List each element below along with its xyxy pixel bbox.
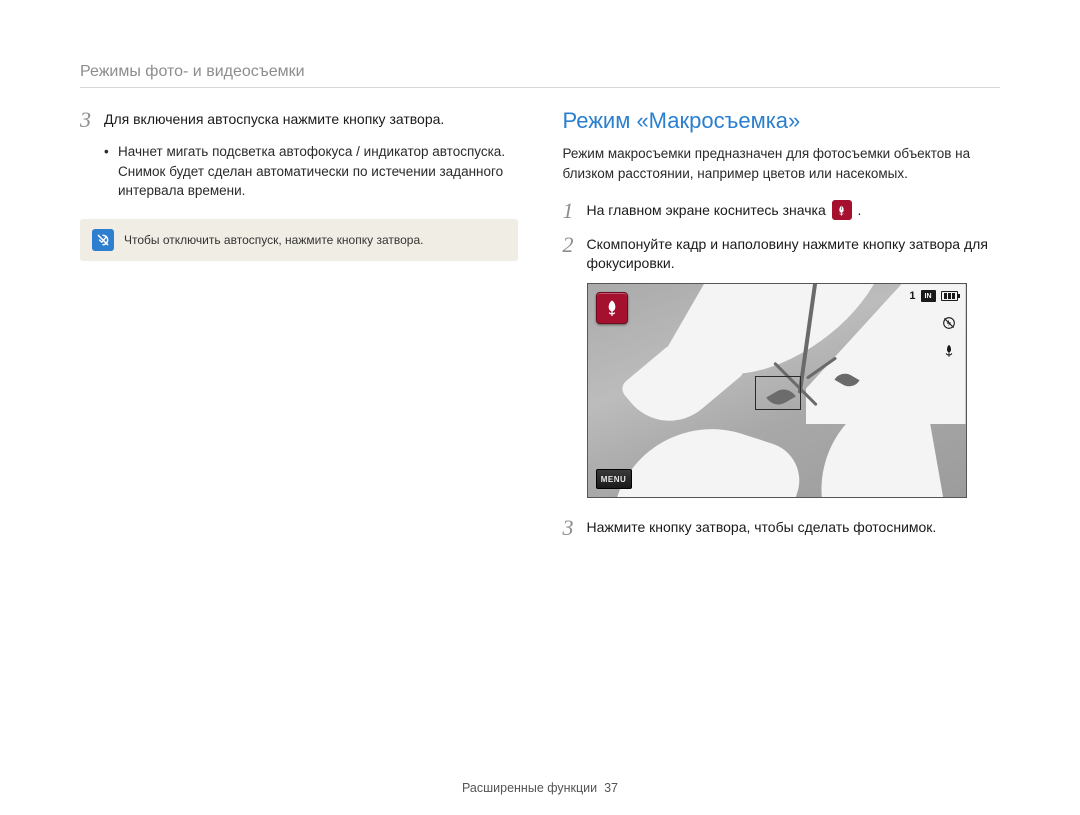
note-info-icon bbox=[92, 229, 114, 251]
right-step-2: 2 Скомпонуйте кадр и наполовину нажмите … bbox=[563, 233, 1001, 273]
left-column: 3 Для включения автоспуска нажмите кнопк… bbox=[80, 108, 518, 550]
step-number: 2 bbox=[563, 233, 587, 257]
battery-icon bbox=[941, 291, 958, 301]
camera-preview: MENU 1 IN bbox=[587, 283, 967, 498]
page-header: Режимы фото- и видеосъемки bbox=[80, 63, 1000, 88]
section-title: Режим «Макросъемка» bbox=[563, 108, 1001, 134]
bullet-item: Начнет мигать подсветка автофокуса / инд… bbox=[104, 142, 518, 201]
step-text: Для включения автоспуска нажмите кнопку … bbox=[104, 108, 444, 129]
flash-off-icon bbox=[940, 314, 958, 332]
step-number: 1 bbox=[563, 199, 587, 223]
note-box: Чтобы отключить автоспуск, нажмите кнопк… bbox=[80, 219, 518, 261]
storage-in-icon: IN bbox=[921, 290, 936, 302]
bullet-list: Начнет мигать подсветка автофокуса / инд… bbox=[104, 142, 518, 201]
note-text: Чтобы отключить автоспуск, нажмите кнопк… bbox=[124, 233, 423, 247]
page-footer: Расширенные функции 37 bbox=[0, 781, 1080, 795]
step-text-before: На главном экране коснитесь значка bbox=[587, 202, 830, 218]
right-step-3: 3 Нажмите кнопку затвора, чтобы сделать … bbox=[563, 516, 1001, 540]
footer-label: Расширенные функции bbox=[462, 781, 597, 795]
right-column: Режим «Макросъемка» Режим макросъемки пр… bbox=[563, 108, 1001, 550]
step-text: На главном экране коснитесь значка . bbox=[587, 199, 862, 221]
step-text: Нажмите кнопку затвора, чтобы сделать фо… bbox=[587, 516, 937, 537]
menu-button[interactable]: MENU bbox=[596, 469, 632, 489]
right-step-1: 1 На главном экране коснитесь значка . bbox=[563, 199, 1001, 223]
mode-macro-icon[interactable] bbox=[596, 292, 628, 324]
left-step-3: 3 Для включения автоспуска нажмите кнопк… bbox=[80, 108, 518, 132]
section-description: Режим макросъемки предназначен для фотос… bbox=[563, 144, 1001, 183]
flower-petal bbox=[616, 403, 809, 498]
step-number: 3 bbox=[563, 516, 587, 540]
shot-count: 1 bbox=[909, 290, 915, 302]
side-indicators bbox=[940, 314, 958, 360]
footer-page: 37 bbox=[604, 781, 618, 795]
status-bar: 1 IN bbox=[909, 290, 957, 302]
step-number: 3 bbox=[80, 108, 104, 132]
columns: 3 Для включения автоспуска нажмите кнопк… bbox=[80, 108, 1000, 550]
macro-flower-icon bbox=[940, 342, 958, 360]
page: Режимы фото- и видеосъемки 3 Для включен… bbox=[0, 0, 1080, 815]
macro-tulip-icon bbox=[832, 200, 852, 220]
step-text: Скомпонуйте кадр и наполовину нажмите кн… bbox=[587, 233, 1001, 273]
step-text-after: . bbox=[858, 202, 862, 218]
focus-frame bbox=[755, 376, 801, 410]
